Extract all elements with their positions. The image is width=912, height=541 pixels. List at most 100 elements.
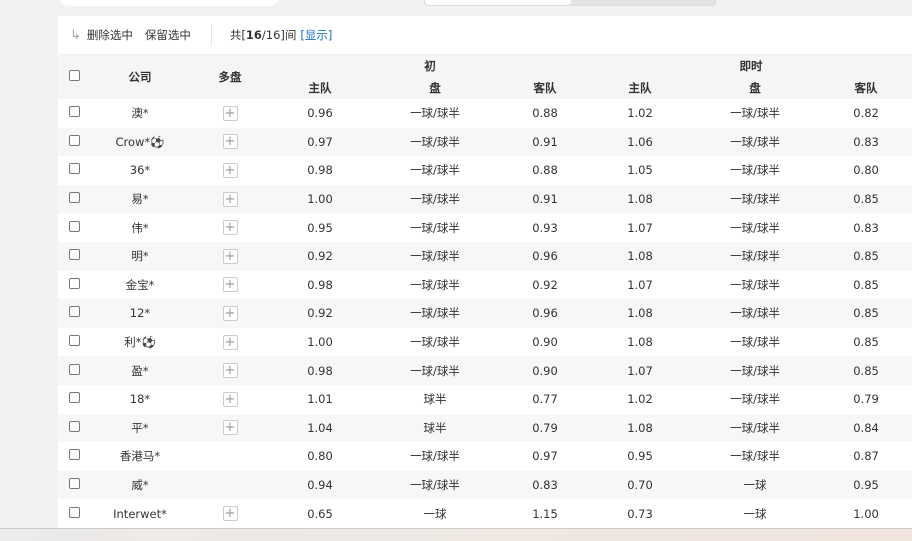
expand-plus-icon[interactable]: +	[222, 391, 238, 407]
row-checkbox[interactable]	[68, 506, 80, 518]
multi-cell: +	[190, 127, 270, 157]
row-checkbox[interactable]	[68, 335, 80, 347]
live-away: 0.85	[820, 299, 912, 328]
row-checkbox[interactable]	[68, 220, 80, 232]
initial-line: 一球/球半	[410, 163, 460, 178]
company-cell: 36*	[129, 163, 151, 178]
expand-plus-icon[interactable]: +	[222, 162, 238, 178]
row-select-cell	[58, 241, 90, 271]
expand-plus-icon[interactable]: +	[222, 420, 238, 436]
expand-plus-icon[interactable]: +	[222, 506, 238, 522]
row-checkbox[interactable]	[68, 106, 80, 118]
search-box[interactable]	[58, 0, 280, 6]
initial-home: 0.80	[307, 449, 333, 464]
row-select-cell	[58, 127, 90, 157]
company-cell: 12*	[90, 299, 190, 328]
live-home: 1.08	[590, 184, 691, 214]
taskbar	[0, 528, 912, 541]
expand-plus-icon[interactable]: +	[222, 305, 238, 321]
initial-away: 0.88	[532, 106, 558, 121]
row-checkbox[interactable]	[68, 163, 80, 175]
delete-selected-button[interactable]: 删除选中	[87, 27, 133, 43]
initial-away: 0.91	[500, 184, 591, 214]
row-checkbox[interactable]	[68, 134, 80, 146]
initial-line: 一球/球半	[370, 127, 500, 157]
select-all-checkbox[interactable]	[68, 70, 80, 81]
live-home: 1.08	[590, 413, 691, 443]
expand-plus-icon[interactable]: +	[222, 134, 238, 150]
live-line: 一球/球半	[730, 106, 780, 121]
live-line: 一球/球半	[690, 241, 821, 271]
initial-away: 0.77	[532, 392, 558, 407]
initial-away: 0.83	[500, 470, 591, 500]
multi-cell: +	[190, 241, 270, 271]
initial-line: 一球/球半	[370, 299, 500, 328]
table-row: 12* + 0.92 一球/球半 0.96 1.08 一球/球半 0.85	[58, 299, 912, 328]
row-checkbox[interactable]	[68, 449, 80, 461]
live-home: 0.73	[627, 506, 653, 521]
live-line: 一球/球半	[690, 127, 821, 157]
expand-plus-icon[interactable]: +	[222, 248, 238, 264]
live-line: 一球/球半	[730, 335, 780, 350]
multi-cell: +	[190, 385, 270, 414]
live-away: 0.95	[820, 470, 912, 500]
row-select-cell	[58, 156, 90, 185]
table-row: 伟* + 0.95 一球/球半 0.93 1.07 一球/球半 0.83	[58, 213, 912, 242]
multi-cell: +	[190, 184, 270, 214]
live-line: 一球/球半	[730, 163, 780, 178]
row-checkbox[interactable]	[68, 249, 80, 261]
table-row: Interwet* + 0.65 一球 1.15 0.73 一球 1.00	[58, 499, 912, 528]
initial-away: 0.90	[532, 335, 558, 350]
row-select-cell	[58, 184, 90, 214]
table-row: 利*⚽ + 1.00 一球/球半 0.90 1.08 一球/球半 0.85	[58, 328, 912, 357]
row-checkbox[interactable]	[68, 277, 80, 289]
initial-home: 1.01	[307, 392, 333, 407]
live-line: 一球/球半	[730, 220, 780, 235]
expand-plus-icon[interactable]: +	[222, 191, 238, 207]
header-initial-away: 客队	[500, 77, 591, 99]
expand-plus-icon[interactable]: +	[222, 220, 238, 236]
show-link[interactable]: [显示]	[300, 27, 332, 43]
row-select-cell	[58, 328, 90, 357]
row-checkbox[interactable]	[68, 306, 80, 318]
live-home: 1.02	[627, 392, 653, 407]
company-cell: Interwet*	[113, 506, 167, 521]
keep-selected-button[interactable]: 保留选中	[145, 27, 191, 43]
table-row: Crow*⚽ + 0.97 一球/球半 0.91 1.06 一球/球半 0.83	[58, 127, 912, 157]
tab-switcher[interactable]	[424, 0, 716, 6]
expand-plus-icon[interactable]: +	[222, 105, 238, 121]
count-shown: 16	[245, 28, 262, 42]
company-cell: 香港马*	[119, 449, 161, 464]
row-checkbox[interactable]	[68, 192, 80, 204]
expand-plus-icon[interactable]: +	[222, 277, 238, 293]
row-select-cell	[58, 271, 90, 300]
live-away: 0.83	[820, 127, 912, 157]
expand-plus-icon[interactable]: +	[222, 334, 238, 350]
company-cell: 威*	[90, 470, 190, 500]
live-line: 一球/球半	[690, 356, 821, 385]
company-cell: 盈*	[90, 356, 190, 385]
row-select-cell	[58, 499, 90, 528]
row-checkbox[interactable]	[68, 363, 80, 375]
header-company: 公司	[90, 55, 190, 99]
initial-home: 0.65	[307, 506, 333, 521]
row-checkbox[interactable]	[68, 478, 80, 490]
company-cell: 平*	[90, 413, 190, 443]
expand-plus-icon[interactable]: +	[222, 363, 238, 379]
company-cell: 金宝*	[125, 277, 155, 292]
header-live-line: 盘	[690, 77, 821, 99]
row-select-cell	[58, 299, 90, 328]
company-cell: 易*	[90, 184, 190, 214]
tab-active[interactable]	[425, 0, 571, 5]
live-away: 0.85	[853, 335, 879, 350]
company-cell: 伟*	[131, 220, 149, 235]
live-line: 一球/球半	[690, 184, 821, 214]
row-checkbox[interactable]	[68, 420, 80, 432]
multi-cell: +	[190, 328, 270, 357]
live-away: 0.80	[853, 163, 879, 178]
live-home: 1.08	[590, 299, 691, 328]
initial-home: 1.00	[270, 184, 370, 214]
row-checkbox[interactable]	[68, 392, 80, 404]
table-row: 香港马* 0.80 一球/球半 0.97 0.95 一球/球半 0.87	[58, 442, 912, 471]
initial-home: 1.00	[307, 335, 333, 350]
